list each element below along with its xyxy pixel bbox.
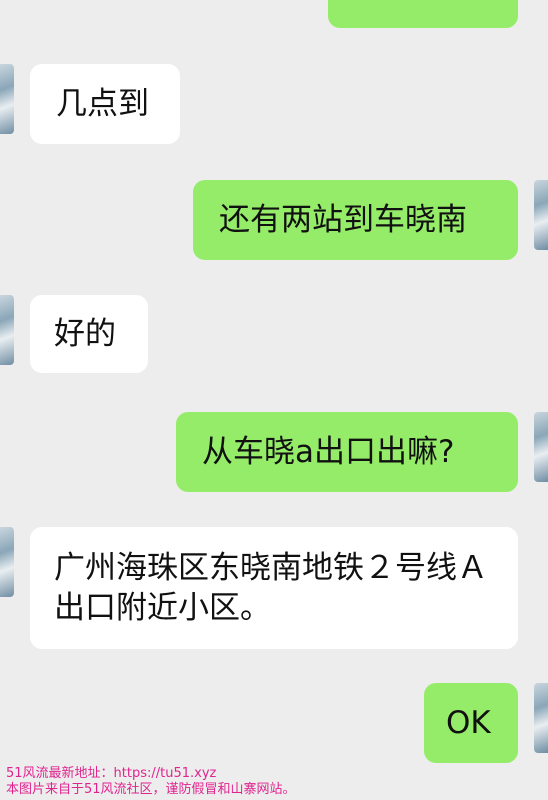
outgoing-message-bubble[interactable]: 还有两站到车晓南 bbox=[193, 180, 518, 260]
message-text-line-2: 出口附近小区。 bbox=[54, 590, 271, 626]
contact-avatar[interactable] bbox=[0, 527, 14, 597]
watermark-line-1: 51风流最新地址：https://tu51.xyz bbox=[6, 766, 217, 781]
message-text: 好的 bbox=[54, 316, 116, 352]
message-text: 还有两站到车晓南 bbox=[219, 202, 467, 238]
outgoing-message-bubble[interactable]: OK bbox=[424, 683, 518, 763]
message-text: 从车晓a出口出嘛? bbox=[202, 434, 455, 470]
user-avatar[interactable] bbox=[534, 412, 548, 482]
message-text: OK bbox=[446, 705, 491, 741]
incoming-message-bubble[interactable]: 几点到 bbox=[30, 64, 180, 144]
watermark-line-2: 本图片来自于51风流社区，谨防假冒和山寨网站。 bbox=[6, 782, 296, 797]
incoming-message-bubble[interactable]: 好的 bbox=[30, 295, 148, 373]
previous-outgoing-bubble bbox=[328, 0, 518, 28]
contact-avatar[interactable] bbox=[0, 295, 14, 365]
user-avatar[interactable] bbox=[534, 180, 548, 250]
message-text: 几点到 bbox=[56, 86, 149, 122]
user-avatar[interactable] bbox=[534, 683, 548, 753]
contact-avatar[interactable] bbox=[0, 64, 14, 134]
message-text-line-1: 广州海珠区东晓南地铁２号线Ａ bbox=[54, 550, 488, 586]
chat-view: 几点到 还有两站到车晓南 好的 从车晓a出口出嘛? 广州海珠区东晓南地铁２号线Ａ… bbox=[0, 0, 548, 800]
outgoing-message-bubble[interactable]: 从车晓a出口出嘛? bbox=[176, 412, 518, 492]
incoming-message-bubble[interactable]: 广州海珠区东晓南地铁２号线Ａ 出口附近小区。 bbox=[30, 527, 518, 649]
